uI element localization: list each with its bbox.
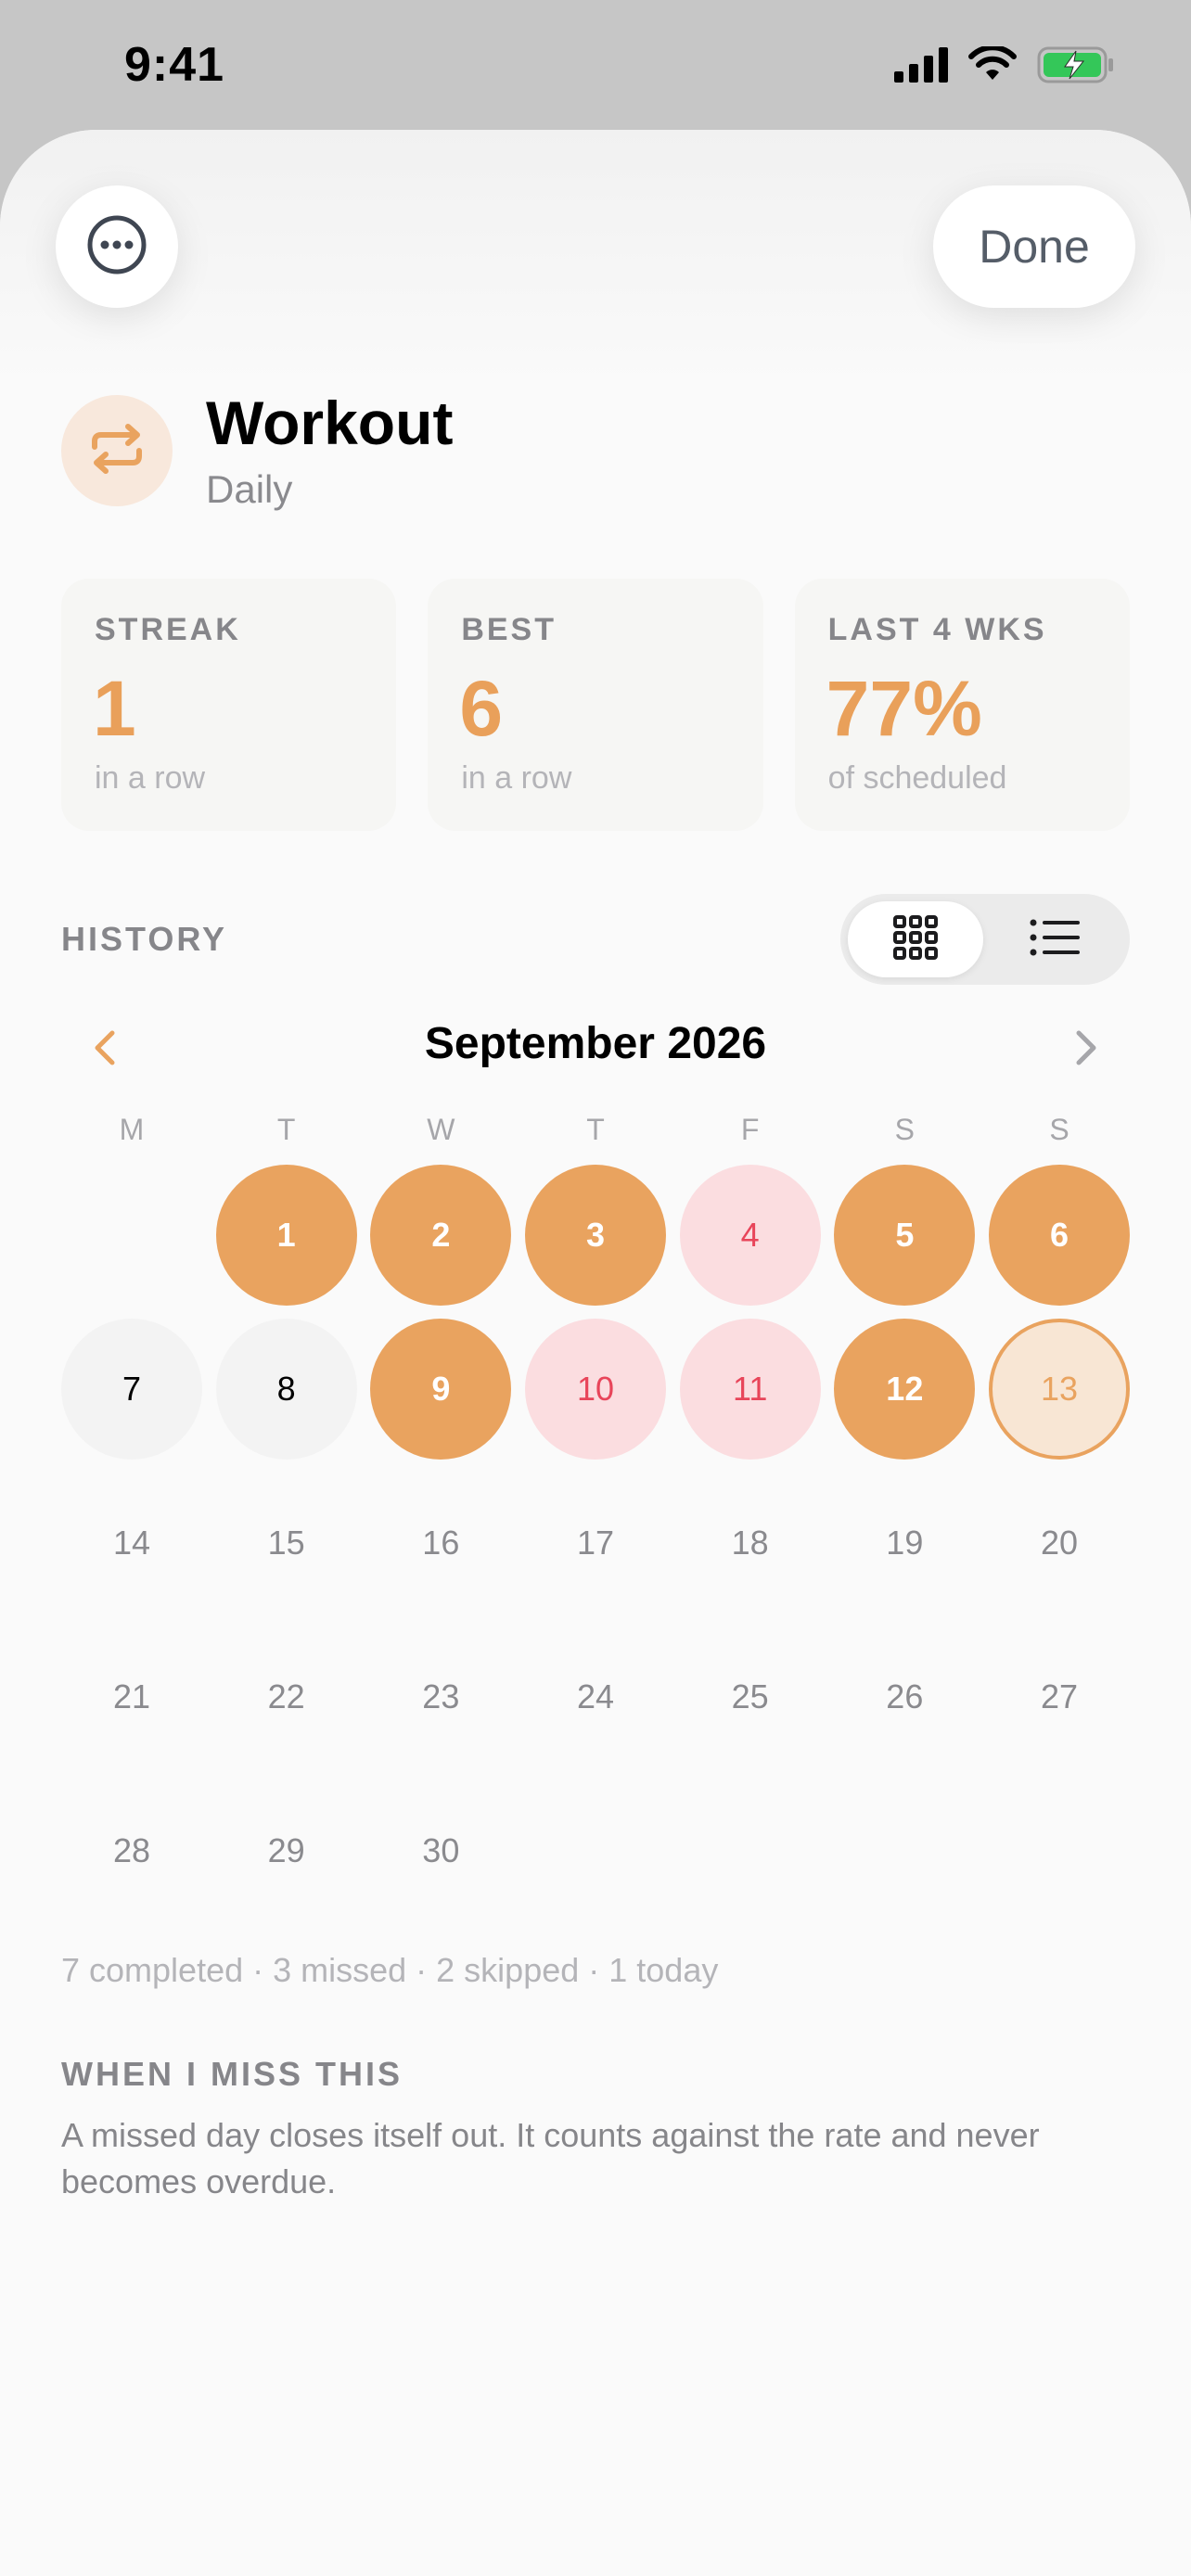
chevron-left-icon (92, 1029, 116, 1071)
calendar-day-future[interactable]: 25 (680, 1626, 821, 1767)
stat-value: 6 (459, 665, 504, 752)
previous-month-button[interactable] (82, 1027, 126, 1072)
stat-card-last-4-weeks: LAST 4 WKS 77% of scheduled (794, 579, 1130, 831)
cellular-signal-icon (894, 46, 948, 87)
stat-card-best: BEST 6 in a row (428, 579, 763, 831)
calendar-grid: 1 2 3 4 5 6 7 8 9 10 11 12 13 14 15 16 17 18 19 20 21 22 23 24 2… (61, 1165, 1130, 1925)
calendar-day-missed[interactable]: 10 (525, 1319, 666, 1460)
calendar-day-future[interactable]: 19 (834, 1473, 975, 1613)
calendar-day-done[interactable]: 5 (834, 1165, 976, 1306)
calendar-day-today[interactable]: 13 (989, 1319, 1130, 1460)
history-label: HISTORY (61, 920, 228, 958)
habit-frequency: Daily (206, 467, 293, 511)
weekday-label: T (276, 1113, 296, 1146)
chevron-right-icon (1075, 1029, 1099, 1071)
done-button[interactable]: Done (933, 185, 1135, 308)
calendar-day-future[interactable]: 27 (989, 1626, 1130, 1767)
calendar-day-future[interactable]: 17 (525, 1473, 666, 1613)
stat-label: BEST (461, 612, 557, 647)
status-bar: 9:41 (0, 0, 1191, 130)
calendar-day-done[interactable]: 6 (989, 1165, 1130, 1306)
calendar-day-future[interactable]: 15 (216, 1473, 357, 1613)
battery-charging-icon (1037, 46, 1115, 88)
calendar-day-future[interactable]: 26 (834, 1626, 975, 1767)
calendar-day-future[interactable]: 21 (61, 1626, 202, 1767)
grid-view-button[interactable] (848, 901, 983, 977)
calendar-day-skipped[interactable]: 7 (61, 1319, 202, 1460)
calendar-day-future[interactable]: 14 (61, 1473, 202, 1613)
weekday-label: F (740, 1113, 760, 1146)
calendar-day-future[interactable]: 22 (216, 1626, 357, 1767)
status-time: 9:41 (124, 38, 225, 92)
calendar-day-future[interactable]: 23 (370, 1626, 511, 1767)
calendar-day-done[interactable]: 2 (370, 1165, 512, 1306)
stat-label: LAST 4 WKS (827, 612, 1047, 647)
calendar-day-future[interactable]: 30 (370, 1780, 511, 1921)
ellipsis-circle-icon (86, 214, 147, 280)
miss-policy-body: A missed day closes itself out. It count… (61, 2116, 1040, 2200)
history-summary: 7 completed · 3 missed · 2 skipped · 1 t… (61, 1951, 719, 1989)
calendar-day-future[interactable]: 20 (989, 1473, 1130, 1613)
weekday-label: S (1049, 1113, 1069, 1146)
calendar-day-future[interactable]: 29 (216, 1780, 357, 1921)
stat-label: STREAK (95, 612, 241, 647)
list-view-button[interactable] (987, 901, 1122, 977)
repeat-icon (87, 423, 147, 479)
calendar-day-done[interactable]: 3 (525, 1165, 666, 1306)
calendar-day-future[interactable]: 16 (370, 1473, 511, 1613)
calendar-day-future[interactable]: 24 (525, 1626, 666, 1767)
status-icons (894, 44, 1115, 89)
stat-value: 77% (826, 665, 982, 752)
calendar-day-done[interactable]: 9 (370, 1319, 512, 1460)
habit-title: Workout (206, 389, 454, 457)
weekday-label: M (119, 1113, 145, 1146)
calendar-day-future[interactable]: 18 (680, 1473, 821, 1613)
stat-card-streak: STREAK 1 in a row (61, 579, 397, 831)
history-view-toggle (840, 894, 1130, 985)
weekday-label: T (586, 1113, 605, 1146)
calendar-day-missed[interactable]: 11 (679, 1319, 821, 1460)
calendar-day-done[interactable]: 12 (834, 1319, 976, 1460)
calendar-day-future[interactable]: 28 (61, 1780, 202, 1921)
calendar-day-missed[interactable]: 4 (679, 1165, 821, 1306)
weekday-header: M T W T F S S (61, 1113, 1130, 1154)
month-title: September 2026 (424, 1019, 767, 1068)
miss-policy-title: WHEN I MISS THIS (61, 2055, 403, 2093)
more-options-button[interactable] (56, 185, 178, 308)
next-month-button[interactable] (1065, 1027, 1109, 1072)
calendar-day-done[interactable]: 1 (215, 1165, 357, 1306)
list-icon (1030, 918, 1080, 962)
calendar-day-skipped[interactable]: 8 (215, 1319, 357, 1460)
weekday-label: W (427, 1113, 455, 1146)
stat-value: 1 (93, 665, 136, 752)
grid-icon (892, 914, 939, 965)
weekday-label: S (894, 1113, 915, 1146)
wifi-icon (968, 44, 1017, 88)
stats-row: STREAK 1 in a row BEST 6 in a row LAST 4… (61, 579, 1130, 831)
stat-caption: in a row (95, 760, 206, 796)
habit-icon-badge (61, 395, 173, 506)
stat-caption: in a row (461, 760, 572, 796)
stat-caption: of scheduled (827, 760, 1007, 796)
